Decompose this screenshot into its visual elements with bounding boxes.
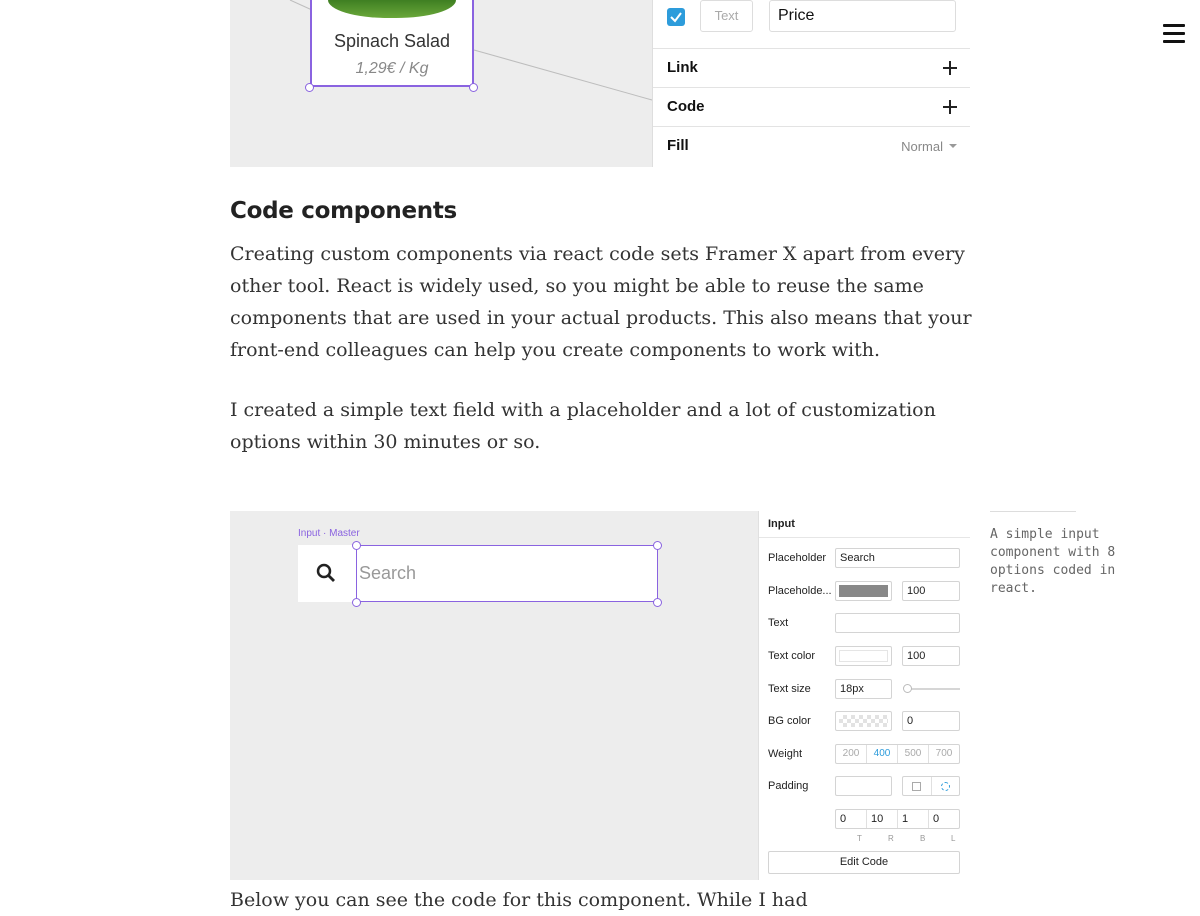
resize-handle-bl[interactable] <box>305 83 314 92</box>
section-heading: Code components <box>230 198 457 224</box>
edit-code-button[interactable]: Edit Code <box>768 851 960 874</box>
weight-500[interactable]: 500 <box>898 745 929 763</box>
text-size-row: Text size 18px <box>768 678 963 700</box>
weight-400[interactable]: 400 <box>867 745 898 763</box>
side-label-r: R <box>888 834 894 843</box>
weight-row: Weight 200 400 500 700 <box>768 743 963 765</box>
link-label: Link <box>667 59 698 76</box>
figure-input-component: Input · Master Search Input Placeholder … <box>230 511 970 880</box>
bg-opacity-field[interactable]: 0 <box>902 711 960 731</box>
padding-row: Padding <box>768 775 963 797</box>
bg-color-swatch[interactable] <box>835 711 892 731</box>
padding-label: Padding <box>768 780 809 792</box>
uniform-padding-icon[interactable] <box>903 777 932 795</box>
checkmark-icon <box>670 12 682 23</box>
search-input-component[interactable]: Search <box>298 541 662 607</box>
code-row[interactable]: Code <box>653 87 970 126</box>
side-label-t: T <box>857 834 862 843</box>
slider-knob[interactable] <box>903 684 912 693</box>
text-size-field[interactable]: 18px <box>835 679 892 699</box>
properties-panel: Text Price Link Code Fill Normal <box>652 0 970 167</box>
padding-mode-toggle[interactable] <box>902 776 960 796</box>
side-label-b: B <box>920 834 926 843</box>
placeholder-color-row: Placeholde... 100 <box>768 580 963 602</box>
text-row: Text <box>768 612 963 634</box>
weight-700[interactable]: 700 <box>929 745 959 763</box>
weight-label: Weight <box>768 748 803 760</box>
text-color-swatch[interactable] <box>835 646 892 666</box>
bg-color-label: BG color <box>768 715 811 727</box>
text-label: Text <box>768 617 789 629</box>
search-icon-box <box>298 545 356 602</box>
card-price: 1,29€ / Kg <box>355 60 429 77</box>
caption-divider <box>990 511 1076 512</box>
paragraph: Below you can see the code for this comp… <box>230 889 808 911</box>
checkbox-checked[interactable] <box>667 8 685 26</box>
padding-sides-fields[interactable]: 0 10 1 0 <box>835 809 960 829</box>
search-input[interactable]: Search <box>356 545 658 602</box>
figure-caption: A simple input component with 8 options … <box>990 527 1116 596</box>
hamburger-menu-icon[interactable] <box>1163 24 1185 46</box>
padding-left-field[interactable]: 0 <box>929 810 959 828</box>
placeholder-opacity-field[interactable]: 100 <box>902 581 960 601</box>
text-size-slider[interactable] <box>905 688 960 690</box>
search-icon <box>316 563 335 582</box>
placeholder-field[interactable]: Search <box>835 548 960 568</box>
text-color-label: Text color <box>768 650 816 662</box>
paragraph: Creating custom components via react cod… <box>230 243 972 361</box>
side-label-l: L <box>951 834 956 843</box>
plus-icon[interactable] <box>943 61 957 75</box>
price-field[interactable]: Price <box>769 0 956 32</box>
resize-handle[interactable] <box>653 541 662 550</box>
figure-framer-card-properties: Spinach Salad 1,29€ / Kg Text Price Link… <box>230 0 970 167</box>
padding-bottom-field[interactable]: 1 <box>898 810 929 828</box>
paragraph: I created a simple text field with a pla… <box>230 399 936 453</box>
padding-sides-row: 0 10 1 0 T R B L <box>768 808 963 843</box>
resize-handle[interactable] <box>352 541 361 550</box>
text-color-row: Text color 100 <box>768 645 963 667</box>
padding-right-field[interactable]: 10 <box>867 810 898 828</box>
canvas-component-label: Input · Master <box>298 528 360 539</box>
link-row[interactable]: Link <box>653 48 970 87</box>
placeholder-label: Placeholder <box>768 552 827 564</box>
code-label: Code <box>667 98 705 115</box>
padding-top-field[interactable]: 0 <box>836 810 867 828</box>
text-field[interactable] <box>835 613 960 633</box>
input-properties-panel: Input Placeholder Search Placeholde... 1… <box>758 511 970 880</box>
placeholder-color-swatch[interactable] <box>835 581 892 601</box>
individual-padding-icon[interactable] <box>932 777 960 795</box>
resize-handle[interactable] <box>653 598 662 607</box>
text-opacity-field[interactable]: 100 <box>902 646 960 666</box>
fill-label: Fill <box>667 137 689 154</box>
weight-200[interactable]: 200 <box>836 745 867 763</box>
product-card[interactable]: Spinach Salad 1,29€ / Kg <box>310 0 474 87</box>
text-size-label: Text size <box>768 683 811 695</box>
card-name: Spinach Salad <box>333 31 451 51</box>
fill-value[interactable]: Normal <box>901 139 943 154</box>
resize-handle[interactable] <box>352 598 361 607</box>
panel-title: Input <box>768 518 795 530</box>
weight-segmented[interactable]: 200 400 500 700 <box>835 744 960 764</box>
placeholder-color-label: Placeholde... <box>768 585 832 597</box>
bg-color-row: BG color 0 <box>768 710 963 732</box>
text-chip[interactable]: Text <box>700 0 753 32</box>
plus-icon[interactable] <box>943 100 957 114</box>
placeholder-row: Placeholder Search <box>768 547 963 569</box>
padding-field[interactable] <box>835 776 892 796</box>
spinach-image <box>328 0 456 18</box>
chevron-down-icon[interactable] <box>949 144 957 148</box>
resize-handle-br[interactable] <box>469 83 478 92</box>
fill-row[interactable]: Fill Normal <box>653 126 970 165</box>
